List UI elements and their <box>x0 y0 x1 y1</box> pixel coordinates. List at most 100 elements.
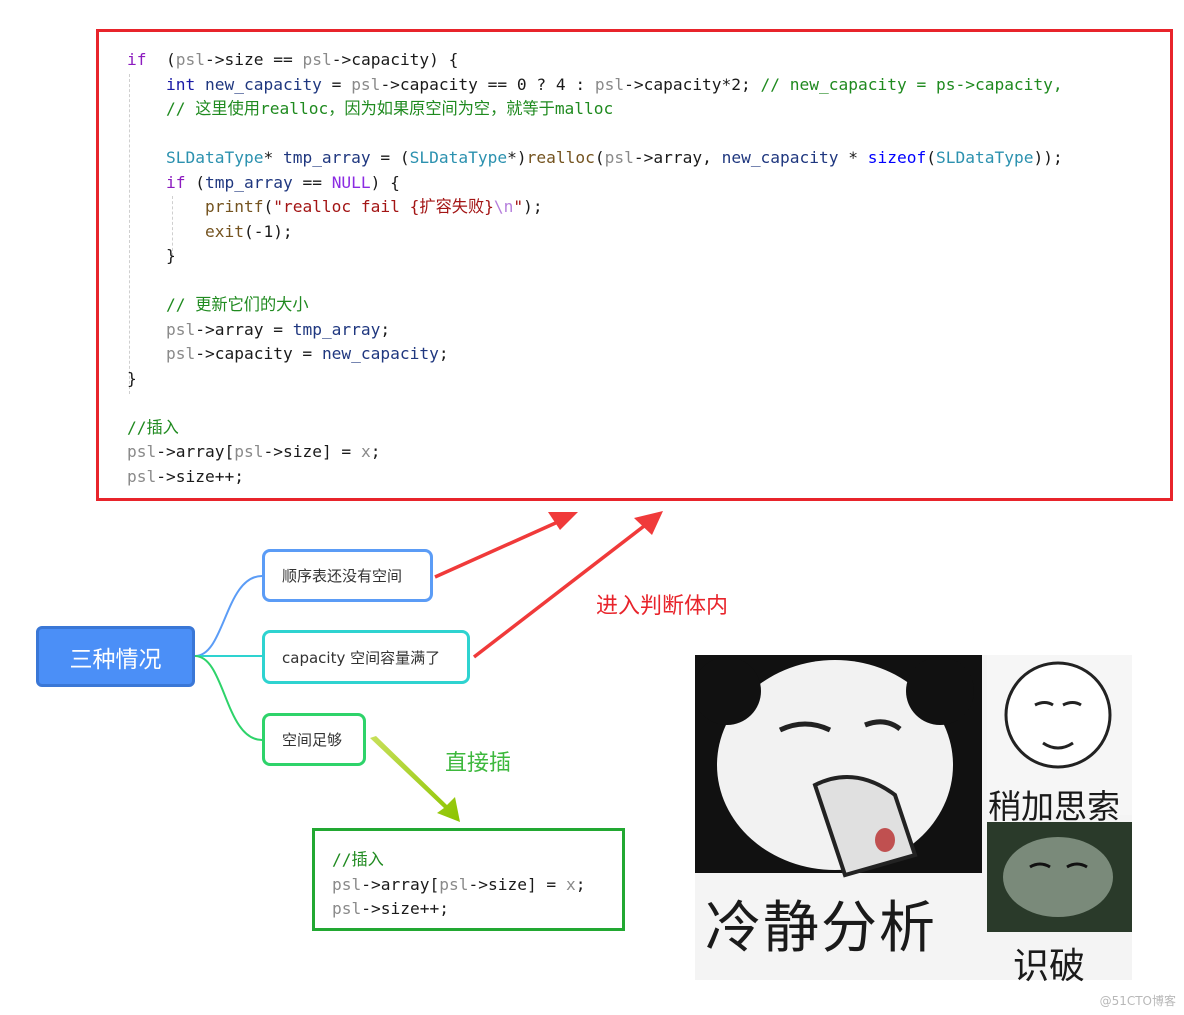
branch-node-capacity-full[interactable]: capacity 空间容量满了 <box>262 630 470 684</box>
code-line: psl->array[psl->size] = x; <box>127 440 1063 465</box>
code-line: int new_capacity = psl->capacity == 0 ? … <box>127 73 1063 98</box>
code-token: if <box>127 50 147 69</box>
code-line: // 这里使用realloc，因为如果原空间为空，就等于malloc <box>127 97 1063 122</box>
code-token: (-1); <box>243 221 293 241</box>
code-token: realloc <box>526 148 595 167</box>
code-token: // new_capacity = ps->capacity, <box>760 74 1063 94</box>
code-token: } <box>127 368 137 388</box>
meme-caption-main: 冷静分析 <box>705 896 937 961</box>
code-token: psl <box>332 874 362 894</box>
code-token: //插入 <box>127 417 179 437</box>
code-token: SLDataType <box>165 148 264 167</box>
code-line: // 更新它们的大小 <box>127 293 1063 318</box>
code-token: // 更新它们的大小 <box>165 295 309 314</box>
code-token: ->array = <box>195 319 293 339</box>
code-token: tmp_array <box>292 319 381 339</box>
code-token: ->array, <box>633 148 722 167</box>
code-token: printf <box>204 197 264 216</box>
code-line: if (psl->size == psl->capacity) { <box>127 48 1063 73</box>
code-line: psl->array[psl->size] = x; <box>332 872 585 897</box>
code-token: // 这里使用realloc，因为如果原空间为空，就等于malloc <box>165 99 614 118</box>
code-token: psl <box>351 74 381 94</box>
code-line: printf("realloc fail {扩容失败}\n"); <box>127 195 1063 220</box>
code-line: psl->size++; <box>127 465 1063 490</box>
branch-connector-1 <box>194 575 263 657</box>
meme-caption-bottom-right: 识破 <box>1013 946 1086 987</box>
code-line: SLDataType * tmp_array = ( SLDataType *)rea… <box>127 146 1063 171</box>
red-arrow-1 <box>434 519 561 579</box>
code-token: ->size++; <box>361 899 449 918</box>
code-token: psl <box>439 874 469 894</box>
code-token: *) <box>507 148 527 167</box>
code-block: //插入 psl->array[psl->size] = x; psl->size+… <box>332 847 585 921</box>
code-token: == <box>292 172 332 192</box>
code-token: * <box>838 148 868 167</box>
code-token: ->size++; <box>156 466 244 486</box>
code-token: = <box>321 74 352 94</box>
code-token: tmp_array <box>282 148 371 167</box>
branch-node-enough-space[interactable]: 空间足够 <box>262 713 366 766</box>
code-token: ; <box>380 319 391 339</box>
code-token: psl <box>594 74 625 94</box>
branch-label: capacity 空间容量满了 <box>282 648 441 667</box>
code-token: ->size] = <box>263 442 361 461</box>
code-token: "realloc fail {扩容失败} <box>273 197 494 216</box>
code-token: tmp_array <box>204 172 293 192</box>
code-snippet-box: if (psl->size == psl->capacity) { int ne… <box>96 29 1173 501</box>
code-token: psl <box>165 319 196 339</box>
code-line: psl->capacity = new_capacity; <box>127 342 1063 367</box>
code-token: ); <box>523 197 543 216</box>
code-token: psl <box>302 50 332 69</box>
branch-label: 顺序表还没有空间 <box>282 567 403 585</box>
code-token: SLDataType <box>936 148 1034 167</box>
code-line: } <box>127 367 1063 392</box>
code-token: psl <box>127 466 157 486</box>
code-token: psl <box>127 442 157 461</box>
code-token: psl <box>165 344 196 363</box>
code-token: } <box>127 246 176 265</box>
code-line: exit(-1); <box>127 220 1063 245</box>
red-arrow-1-head <box>548 512 578 530</box>
code-token: ( <box>926 148 937 167</box>
insert-code-box: //插入 psl->array[psl->size] = x; psl->size+… <box>312 828 625 931</box>
watermark: @51CTO博客 <box>1099 994 1176 1008</box>
code-token: sizeof <box>867 148 927 167</box>
code-token: ; <box>575 874 586 894</box>
code-block: if (psl->size == psl->capacity) { int ne… <box>127 48 1063 489</box>
code-token: ->capacity*2; <box>624 74 761 94</box>
branch-node-no-space[interactable]: 顺序表还没有空间 <box>262 549 433 602</box>
code-token: new_capacity <box>204 74 322 94</box>
code-token: ->size == <box>205 50 303 69</box>
code-token: exit <box>204 221 244 241</box>
code-token: ->capacity) { <box>331 50 459 69</box>
code-line: psl->array = tmp_array; <box>127 318 1063 343</box>
code-line: } <box>127 244 1063 269</box>
code-token: psl <box>234 442 264 461</box>
code-token: = ( <box>370 148 410 167</box>
code-line: //插入 <box>127 416 1063 441</box>
code-token: //插入 <box>332 850 384 869</box>
code-token: ( <box>263 197 274 216</box>
code-token: new_capacity <box>321 344 439 363</box>
code-token: int <box>165 74 196 94</box>
mindmap-root-node[interactable]: 三种情况 <box>36 626 195 687</box>
code-token: psl <box>175 50 205 69</box>
annotation-direct-insert: 直接插 <box>445 751 512 776</box>
code-token: )); <box>1033 148 1063 167</box>
code-token: psl <box>604 148 634 167</box>
code-token: ->capacity == 0 ? 4 : <box>380 74 595 94</box>
code-token: ->array[ <box>156 442 235 461</box>
code-token: ( <box>594 148 605 167</box>
branch-connector-3 <box>194 655 263 741</box>
code-token: psl <box>332 899 362 918</box>
